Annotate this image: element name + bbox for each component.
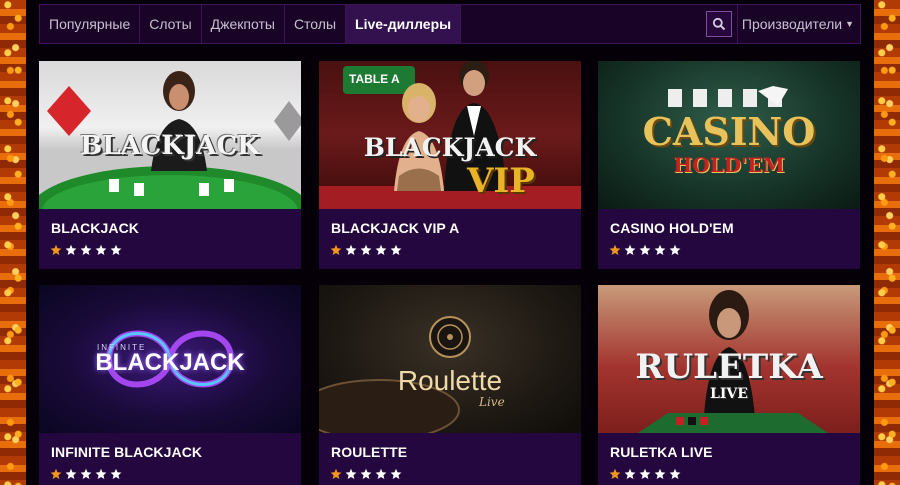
game-title: ROULETTE [331,444,408,460]
tab-popular[interactable]: Популярные [40,5,141,43]
star-icon[interactable] [654,244,666,256]
star-icon[interactable] [390,468,402,480]
rating-stars [609,244,681,256]
game-logo: BLACKJACK [95,349,245,376]
game-thumbnail: TABLE A BLACKJACK VIP [319,61,581,209]
star-icon[interactable] [110,244,122,256]
game-thumbnail: BLACKJACK [39,61,301,209]
main-frame: Популярные Слоты Джекпоты Столы Live-дил… [26,0,874,485]
game-title: BLACKJACK VIP A [331,220,460,236]
star-icon[interactable] [624,244,636,256]
providers-dropdown[interactable]: Производители ▼ [736,5,860,43]
star-icon[interactable] [360,244,372,256]
game-logo-sub: VIP [467,161,535,201]
fire-border-right [874,0,900,485]
game-card-blackjack-vip-a[interactable]: TABLE A BLACKJACK VIP BLACKJACK VIP A [319,61,581,269]
star-icon[interactable] [345,244,357,256]
star-icon[interactable] [65,244,77,256]
game-card-casino-holdem[interactable]: CASINO HOLD'EM CASINO HOLD'EM [598,61,860,269]
game-logo-sub: HOLD'EM [673,153,785,177]
game-thumbnail: INFINITE BLACKJACK [39,285,301,433]
game-logo: RULETKA [635,347,823,387]
star-icon[interactable] [609,244,621,256]
star-icon[interactable] [50,244,62,256]
star-icon[interactable] [624,468,636,480]
search-button[interactable] [705,11,732,37]
star-icon[interactable] [345,468,357,480]
rating-stars [50,468,122,480]
category-nav: Популярные Слоты Джекпоты Столы Live-дил… [39,4,861,44]
search-icon [712,17,726,31]
fire-border-left [0,0,26,485]
game-logo: BLACKJACK [363,133,537,162]
game-title: INFINITE BLACKJACK [51,444,203,460]
star-icon[interactable] [330,244,342,256]
star-icon[interactable] [390,244,402,256]
game-thumbnail: Roulette Live [319,285,581,433]
star-icon[interactable] [669,244,681,256]
game-logo: BLACKJACK [80,131,260,161]
star-icon[interactable] [669,468,681,480]
rating-stars [330,244,402,256]
game-logo-sub: LIVE [710,386,748,402]
star-icon[interactable] [654,468,666,480]
star-icon[interactable] [95,244,107,256]
table-badge: TABLE A [349,72,400,86]
star-icon[interactable] [80,468,92,480]
game-thumbnail: RULETKA LIVE [598,285,860,433]
chevron-down-icon: ▼ [845,19,854,29]
roulette-wheel-icon [319,316,471,433]
star-icon[interactable] [65,468,77,480]
game-logo-sub: Live [479,395,505,409]
star-icon[interactable] [375,244,387,256]
star-icon[interactable] [50,468,62,480]
star-icon[interactable] [80,244,92,256]
rating-stars [609,468,681,480]
game-title: BLACKJACK [51,220,140,236]
game-thumbnail: CASINO HOLD'EM [598,61,860,209]
star-icon[interactable] [110,468,122,480]
game-title: RULETKA LIVE [610,444,713,460]
tab-tables[interactable]: Столы [285,5,347,43]
tab-live-dealers[interactable]: Live-диллеры [346,5,462,43]
star-icon[interactable] [639,244,651,256]
providers-label: Производители [741,16,843,32]
star-icon[interactable] [95,468,107,480]
rating-stars [50,244,122,256]
tab-slots[interactable]: Слоты [140,5,202,43]
star-icon[interactable] [330,468,342,480]
game-card-ruletka-live[interactable]: RULETKA LIVE RULETKA LIVE [598,285,860,485]
star-icon[interactable] [360,468,372,480]
game-logo: Roulette [397,365,503,396]
star-icon[interactable] [375,468,387,480]
game-card-blackjack[interactable]: BLACKJACK BLACKJACK [39,61,301,269]
game-card-roulette[interactable]: Roulette Live ROULETTE [319,285,581,485]
star-icon[interactable] [609,468,621,480]
star-icon[interactable] [639,468,651,480]
game-logo: CASINO [642,109,816,154]
tab-jackpots[interactable]: Джекпоты [202,5,285,43]
game-card-infinite-blackjack[interactable]: INFINITE BLACKJACK INFINITE BLACKJACK [39,285,301,485]
rating-stars [330,468,402,480]
game-title: CASINO HOLD'EM [610,220,734,236]
